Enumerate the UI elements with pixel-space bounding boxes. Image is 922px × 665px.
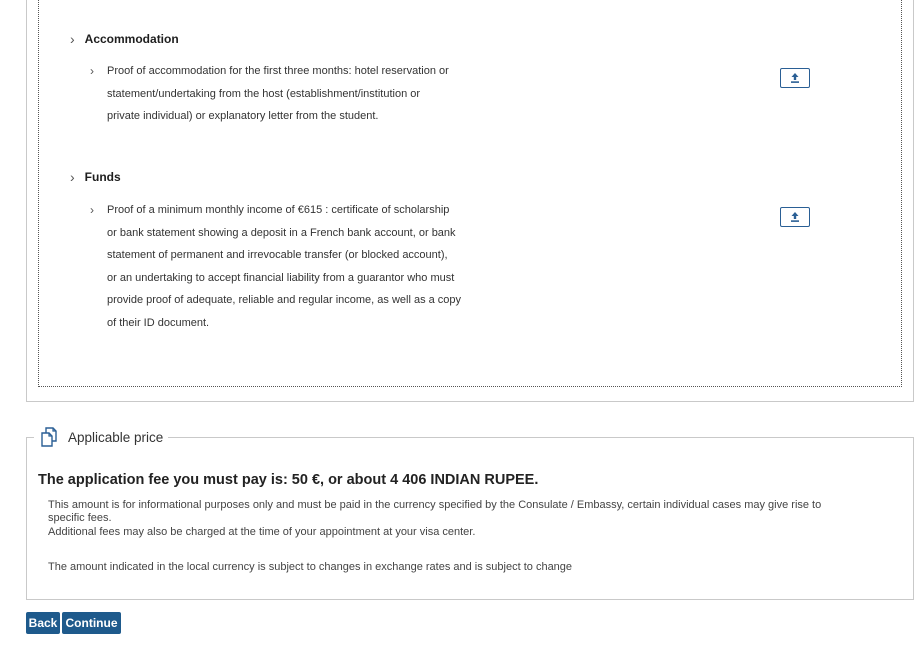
document-requirement-funds: › Proof of a minimum monthly income of €… — [90, 199, 502, 334]
chevron-right-icon: › — [90, 203, 94, 217]
applicable-price-legend: Applicable price — [34, 423, 169, 451]
chevron-right-icon: › — [90, 64, 94, 78]
back-button[interactable]: Back — [26, 612, 60, 634]
requirement-line: or bank statement showing a deposit in a… — [107, 226, 456, 239]
requirement-line: Proof of a minimum monthly income of €61… — [107, 204, 450, 216]
application-fee-headline: The application fee you must pay is: 50 … — [38, 472, 539, 488]
continue-button[interactable]: Continue — [62, 612, 121, 634]
requirement-line: statement of permanent and irrevocable t… — [107, 249, 448, 261]
applicable-price-panel — [26, 437, 914, 600]
requirement-line: or an undertaking to accept financial li… — [107, 271, 455, 284]
exchange-rate-note: The amount indicated in the local curren… — [48, 561, 573, 573]
additional-fees-text: Additional fees may also be charged at t… — [48, 526, 476, 538]
fee-info-text: specific fees. — [48, 512, 112, 524]
section-title-accommodation: Accommodation — [84, 32, 179, 46]
upload-icon — [791, 73, 799, 83]
chevron-right-icon: › — [70, 169, 75, 185]
requirement-line: of their ID document. — [107, 316, 210, 329]
requirement-line: statement/undertaking from the host (est… — [107, 87, 421, 100]
copy-documents-icon — [41, 427, 57, 447]
chevron-right-icon: › — [70, 31, 75, 47]
requirement-line: provide proof of adequate, reliable and … — [107, 294, 462, 306]
requirement-line: private individual) or explanatory lette… — [107, 110, 379, 122]
applicable-price-title: Applicable price — [68, 429, 164, 445]
section-accommodation: › Accommodation — [70, 32, 179, 46]
section-title-funds: Funds — [84, 170, 121, 184]
section-funds: › Funds — [70, 170, 121, 184]
document-requirement-accommodation: › Proof of accommodation for the first t… — [90, 60, 502, 128]
upload-icon — [791, 212, 799, 222]
requirement-line: Proof of accommodation for the first thr… — [107, 65, 449, 77]
upload-accommodation-button[interactable] — [780, 68, 810, 88]
upload-funds-button[interactable] — [780, 207, 810, 227]
fee-info-text: This amount is for informational purpose… — [48, 499, 822, 511]
